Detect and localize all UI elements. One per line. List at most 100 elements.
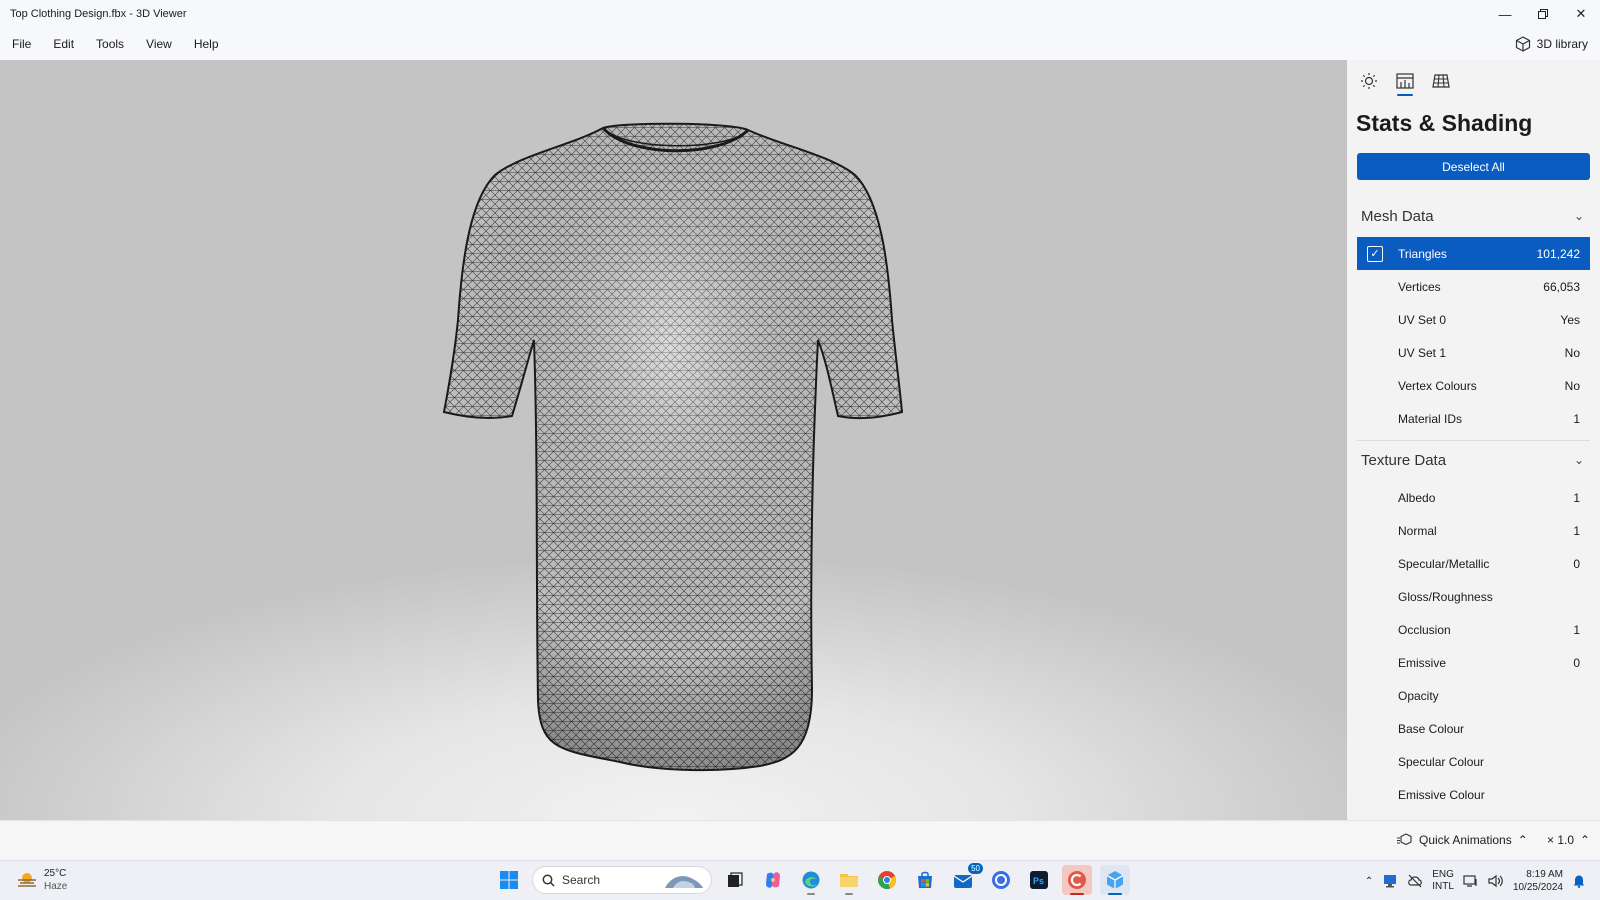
- 3d-viewer-button[interactable]: [1100, 865, 1130, 895]
- 3d-library-button[interactable]: 3D library: [1515, 28, 1588, 60]
- minimize-button[interactable]: —: [1486, 0, 1524, 28]
- tab-mesh[interactable]: [1429, 68, 1453, 94]
- mesh-row-uv-set-0[interactable]: UV Set 0 Yes: [1357, 303, 1590, 336]
- animation-icon: [1397, 833, 1412, 846]
- sun-icon: [1361, 73, 1377, 89]
- quick-animations-button[interactable]: Quick Animations ⌃: [1397, 833, 1528, 847]
- tab-stats[interactable]: [1393, 68, 1417, 96]
- row-value: 0: [1573, 655, 1580, 670]
- row-label: Occlusion: [1398, 622, 1451, 637]
- texture-row-emissive[interactable]: Emissive 0: [1357, 646, 1590, 679]
- chevron-up-icon[interactable]: ⌃: [1365, 876, 1373, 887]
- cube-icon: [1515, 36, 1530, 52]
- 3d-viewport[interactable]: [0, 60, 1347, 820]
- mesh-data-header[interactable]: Mesh Data ⌄: [1357, 201, 1590, 231]
- chevron-down-icon: ⌄: [1573, 453, 1584, 467]
- cloud-off-icon[interactable]: [1407, 874, 1423, 888]
- checkbox-checked-icon[interactable]: ✓: [1367, 245, 1383, 262]
- windows-icon: [500, 871, 518, 889]
- texture-row-albedo[interactable]: Albedo 1: [1357, 481, 1590, 514]
- running-indicator: [807, 893, 815, 895]
- row-label: Specular Colour: [1398, 754, 1485, 769]
- row-value: 1: [1573, 411, 1580, 426]
- texture-row-normal[interactable]: Normal 1: [1357, 514, 1590, 547]
- 3d-library-label: 3D library: [1536, 37, 1588, 51]
- restore-button[interactable]: [1524, 0, 1562, 28]
- menu-view[interactable]: View: [135, 37, 183, 51]
- running-indicator: [1070, 893, 1084, 895]
- copilot-button[interactable]: [758, 865, 788, 895]
- folder-icon: [840, 874, 858, 887]
- search-placeholder: Search: [562, 873, 601, 887]
- svg-text:Ps: Ps: [1033, 876, 1044, 886]
- menu-edit[interactable]: Edit: [42, 37, 85, 51]
- row-value: 66,053: [1543, 279, 1580, 294]
- chrome-button[interactable]: [872, 865, 902, 895]
- mail-icon: [953, 875, 973, 888]
- stats-panel: Stats & Shading Deselect All Mesh Data ⌄…: [1347, 60, 1600, 820]
- menu-tools[interactable]: Tools: [85, 37, 135, 51]
- texture-data-header[interactable]: Texture Data ⌄: [1357, 445, 1590, 475]
- taskbar-search[interactable]: Search: [532, 866, 712, 894]
- section-divider: [1357, 440, 1590, 441]
- network-device-icon[interactable]: [1382, 874, 1398, 888]
- row-label: UV Set 0: [1398, 312, 1447, 327]
- row-label: UV Set 1: [1398, 345, 1447, 360]
- clock[interactable]: 8:19 AM 10/25/2024: [1513, 868, 1563, 894]
- notification-bell-icon[interactable]: [1572, 874, 1586, 888]
- tshirt-model[interactable]: [0, 60, 1347, 820]
- chevron-up-icon: ⌃: [1580, 833, 1591, 847]
- texture-row-specular-colour[interactable]: Specular Colour: [1357, 745, 1590, 778]
- weather-temp: 25°C: [44, 868, 67, 879]
- cortana-button[interactable]: [986, 865, 1016, 895]
- edge-button[interactable]: [796, 865, 826, 895]
- file-explorer-button[interactable]: [834, 865, 864, 895]
- canva-button[interactable]: [1062, 865, 1092, 895]
- panel-tabs: [1357, 68, 1453, 96]
- row-label: Vertices: [1398, 279, 1441, 294]
- texture-row-base-colour[interactable]: Base Colour: [1357, 712, 1590, 745]
- tab-lighting[interactable]: [1357, 68, 1381, 94]
- start-button[interactable]: [494, 865, 524, 895]
- mesh-row-vertex-colours[interactable]: Vertex Colours No: [1357, 369, 1590, 402]
- status-bar: Quick Animations ⌃ × 1.0 ⌃: [0, 820, 1600, 860]
- speed-control[interactable]: × 1.0 ⌃: [1547, 833, 1590, 847]
- display-icon[interactable]: [1463, 874, 1479, 888]
- texture-data-label: Texture Data: [1361, 451, 1447, 469]
- texture-row-emissive-colour[interactable]: Emissive Colour: [1357, 778, 1590, 811]
- menu-file[interactable]: File: [0, 37, 42, 51]
- texture-row-gloss-roughness[interactable]: Gloss/Roughness: [1357, 580, 1590, 613]
- row-value: 1: [1573, 490, 1580, 505]
- mesh-row-uv-set-1[interactable]: UV Set 1 No: [1357, 336, 1590, 369]
- store-button[interactable]: [910, 865, 940, 895]
- chevron-up-icon: ⌃: [1517, 833, 1528, 847]
- texture-row-opacity[interactable]: Opacity: [1357, 679, 1590, 712]
- 3d-viewer-icon: [1106, 871, 1124, 889]
- close-button[interactable]: ✕: [1562, 0, 1600, 28]
- system-tray: ⌃ ENG INTL 8:19 AM 10/25/2024: [1365, 865, 1586, 897]
- row-label: Gloss/Roughness: [1398, 589, 1493, 604]
- circle-app-icon: [992, 871, 1010, 889]
- row-label: Specular/Metallic: [1398, 556, 1490, 571]
- taskbar-apps: Search 50 Ps: [494, 863, 1130, 895]
- row-label: Opacity: [1398, 688, 1439, 703]
- mesh-row-material-ids[interactable]: Material IDs 1: [1357, 402, 1590, 435]
- volume-icon[interactable]: [1488, 874, 1504, 888]
- mesh-row-vertices[interactable]: Vertices 66,053: [1357, 270, 1590, 303]
- language-indicator[interactable]: ENG INTL: [1432, 869, 1454, 893]
- weather-widget[interactable]: 25°C Haze: [16, 867, 67, 893]
- photoshop-button[interactable]: Ps: [1024, 865, 1054, 895]
- mail-button[interactable]: 50: [948, 863, 983, 895]
- row-label: Triangles: [1398, 246, 1447, 261]
- mesh-row-triangles[interactable]: ✓ Triangles 101,242: [1357, 237, 1590, 270]
- deselect-all-button[interactable]: Deselect All: [1357, 153, 1590, 180]
- row-label: Normal: [1398, 523, 1437, 538]
- menu-help[interactable]: Help: [183, 37, 230, 51]
- texture-row-occlusion[interactable]: Occlusion 1: [1357, 613, 1590, 646]
- task-view-button[interactable]: [720, 865, 750, 895]
- copilot-icon: [766, 872, 780, 888]
- texture-row-specular-metallic[interactable]: Specular/Metallic 0: [1357, 547, 1590, 580]
- row-label: Base Colour: [1398, 721, 1465, 736]
- task-view-icon: [728, 872, 743, 887]
- search-highlight-icon: [665, 876, 703, 888]
